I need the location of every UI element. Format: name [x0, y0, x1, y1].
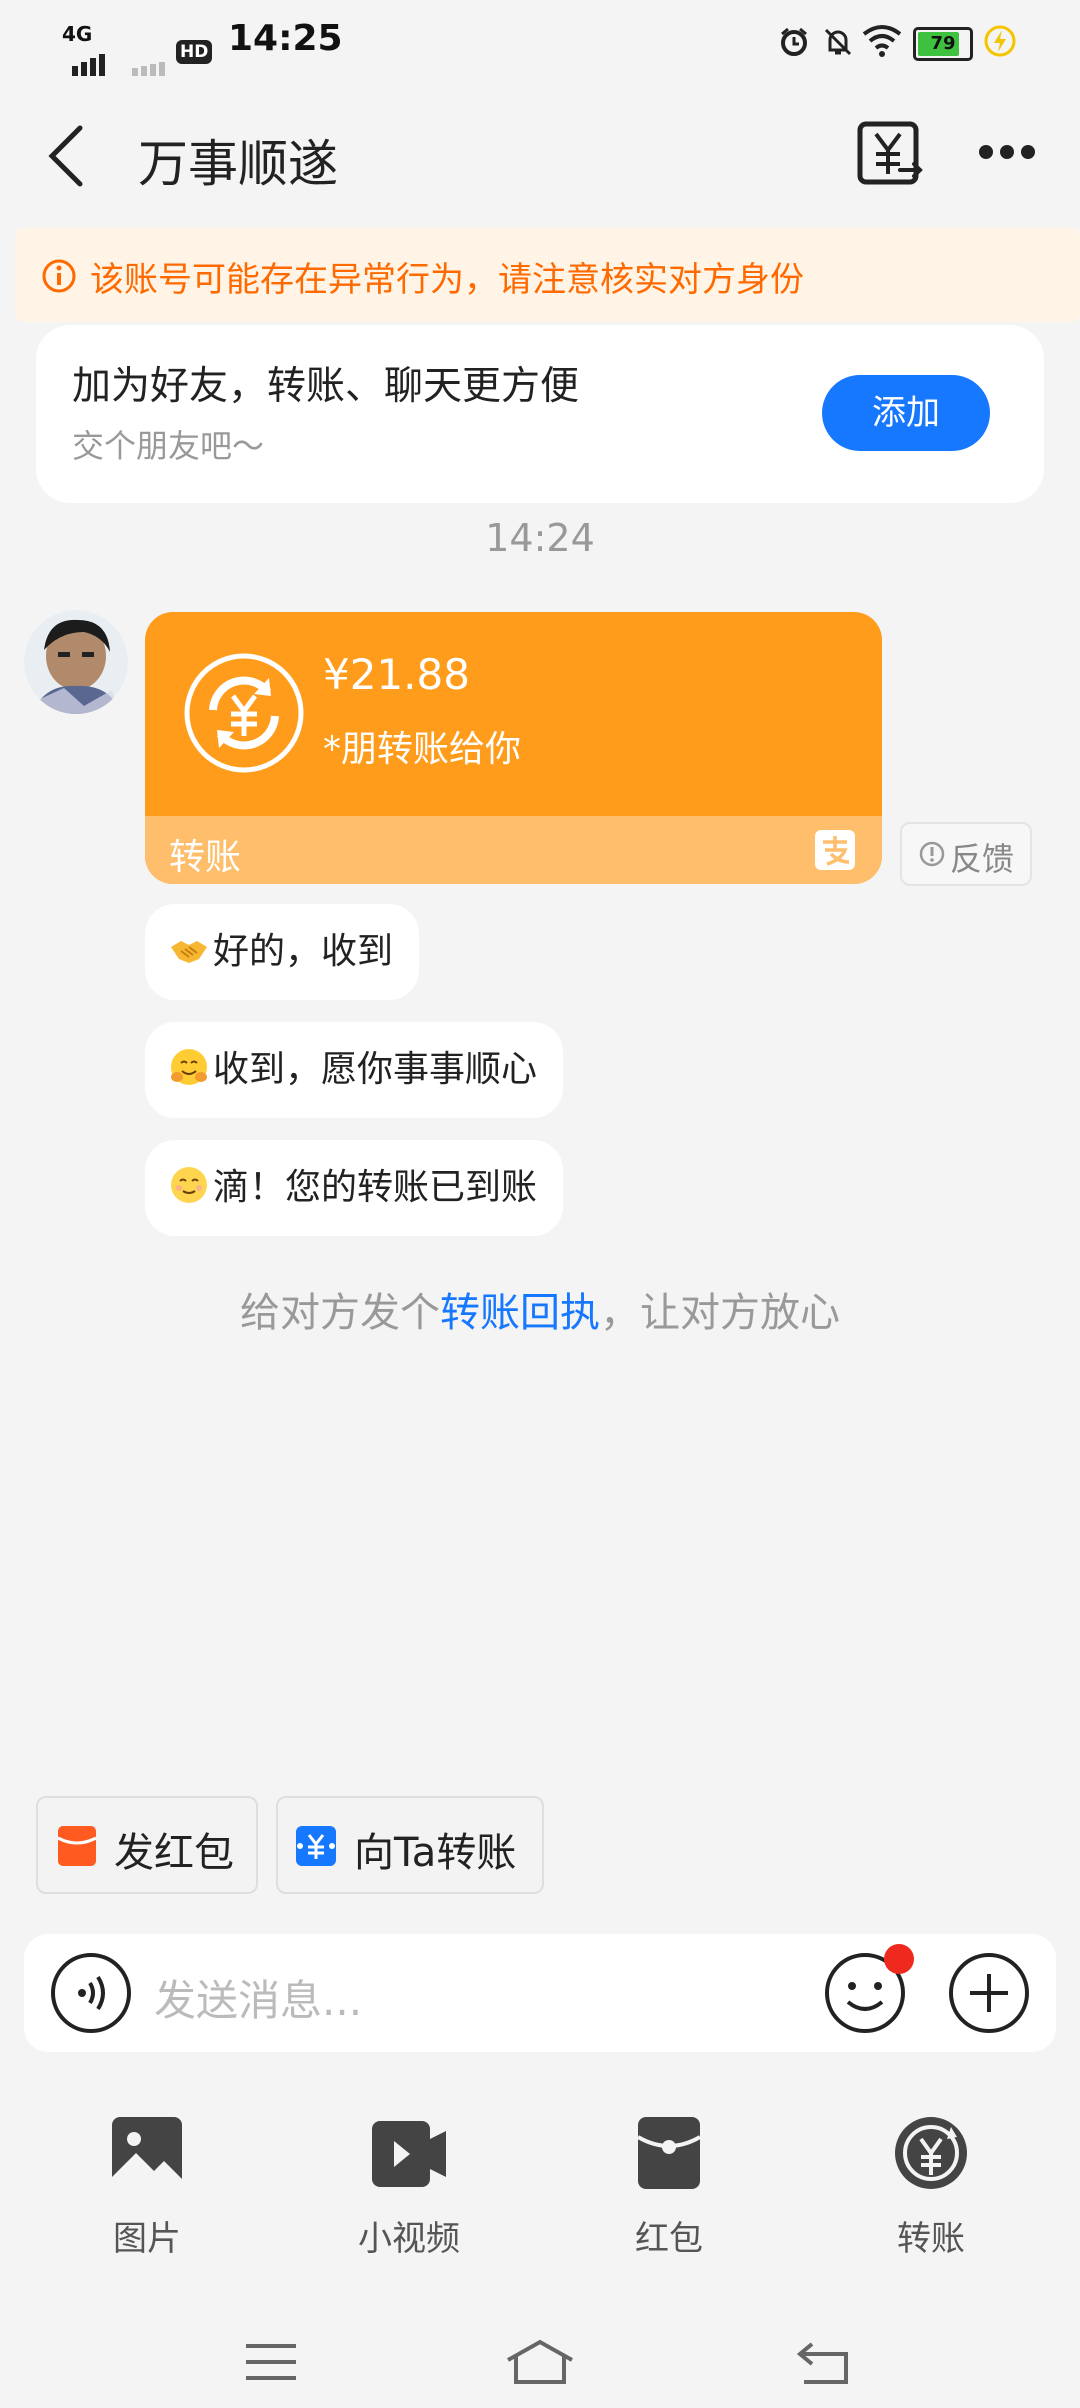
receipt-hint-suffix: ，让对方放心 [600, 1290, 840, 1336]
tool-red-packet-label: 红包 [635, 2219, 703, 2259]
add-friend-card: 加为好友，转账、聊天更方便 交个朋友吧～ 添加 [36, 325, 1044, 503]
notification-dot [884, 1944, 914, 1974]
menu-icon[interactable] [244, 2342, 298, 2382]
image-icon [112, 2117, 182, 2187]
transfer-amount: ¥21.88 [323, 650, 470, 699]
transfer-sender: *朋转账给你 [323, 729, 522, 770]
battery-icon: 79 [913, 27, 973, 61]
red-packet-icon [636, 2117, 702, 2189]
tool-image-label: 图片 [113, 2219, 181, 2259]
hd-icon: HD [176, 26, 213, 66]
transfer-icon [895, 2117, 967, 2189]
hugging-face-emoji-icon [171, 1049, 207, 1085]
send-red-packet-button[interactable]: 发红包 [36, 1796, 258, 1894]
message-text: 好的，收到 [213, 931, 394, 972]
battery-level: 79 [930, 33, 956, 54]
transfer-card-footer: 转账 [145, 816, 882, 884]
tool-video-label: 小视频 [358, 2219, 460, 2259]
signal-icon [72, 36, 108, 76]
avatar-photo [24, 610, 128, 714]
avatar[interactable] [24, 610, 128, 714]
back-icon[interactable] [796, 2340, 850, 2384]
send-red-packet-label: 发红包 [114, 1830, 234, 1876]
voice-icon[interactable] [50, 1952, 132, 2034]
system-nav-bar [0, 2300, 1080, 2408]
charging-icon [984, 25, 1016, 57]
risk-warning-banner: 该账号可能存在异常行为，请注意核实对方身份 [15, 228, 1080, 322]
add-friend-subtitle: 交个朋友吧～ [72, 427, 265, 465]
transfer-card-label: 转账 [169, 837, 242, 878]
info-icon [42, 259, 76, 293]
transfer-small-icon [296, 1826, 336, 1866]
transfer-received-icon [184, 653, 304, 773]
tool-transfer-label: 转账 [897, 2219, 965, 2259]
alarm-icon [781, 27, 807, 56]
message-timestamp: 14:24 [485, 516, 595, 560]
message-bubble[interactable]: 滴！您的转账已到账 [145, 1140, 564, 1236]
signal-2-icon [132, 36, 168, 76]
message-bubble[interactable]: 收到，愿你事事顺心 [145, 1022, 564, 1118]
message-text: 收到，愿你事事顺心 [213, 1049, 538, 1090]
feedback-label: 反馈 [950, 840, 1015, 878]
message-bubble[interactable]: 好的，收到 [145, 904, 420, 1000]
back-arrow-icon[interactable] [46, 124, 86, 188]
clock: 14:25 [228, 18, 343, 59]
transfer-to-them-label: 向Ta转账 [354, 1830, 517, 1876]
smiling-face-emoji-icon [171, 1167, 207, 1203]
message-text: 滴！您的转账已到账 [213, 1167, 538, 1208]
warning-text: 该账号可能存在异常行为，请注意核实对方身份 [90, 260, 804, 300]
plus-icon[interactable] [948, 1952, 1030, 2034]
transfer-receipt-hint: 给对方发个转账回执，让对方放心 [0, 1280, 1080, 1338]
chat-title: 万事顺遂 [138, 135, 338, 193]
transfer-receipt-link[interactable]: 转账回执 [440, 1290, 600, 1336]
mute-bell-icon [824, 28, 852, 56]
receipt-hint-prefix: 给对方发个 [240, 1290, 440, 1336]
transfer-to-them-button[interactable]: 向Ta转账 [276, 1796, 544, 1894]
wifi-icon [862, 25, 902, 57]
home-icon[interactable] [504, 2338, 576, 2384]
status-bar: 4G HD 14:25 79 [0, 0, 1080, 80]
handshake-emoji-icon [171, 941, 207, 963]
more-icon[interactable] [978, 142, 1036, 162]
red-packet-small-icon [58, 1826, 96, 1866]
bill-transfer-icon[interactable] [856, 120, 924, 188]
alipay-icon [815, 830, 855, 870]
message-input[interactable]: 发送消息... [154, 1967, 362, 2028]
alert-circle-icon [919, 841, 945, 867]
video-icon [372, 2121, 446, 2187]
feedback-button[interactable]: 反馈 [900, 822, 1032, 886]
add-friend-button[interactable]: 添加 [822, 375, 990, 451]
add-friend-title: 加为好友，转账、聊天更方便 [72, 364, 580, 409]
transfer-message-card[interactable]: ¥21.88 *朋转账给你 转账 [145, 612, 882, 884]
